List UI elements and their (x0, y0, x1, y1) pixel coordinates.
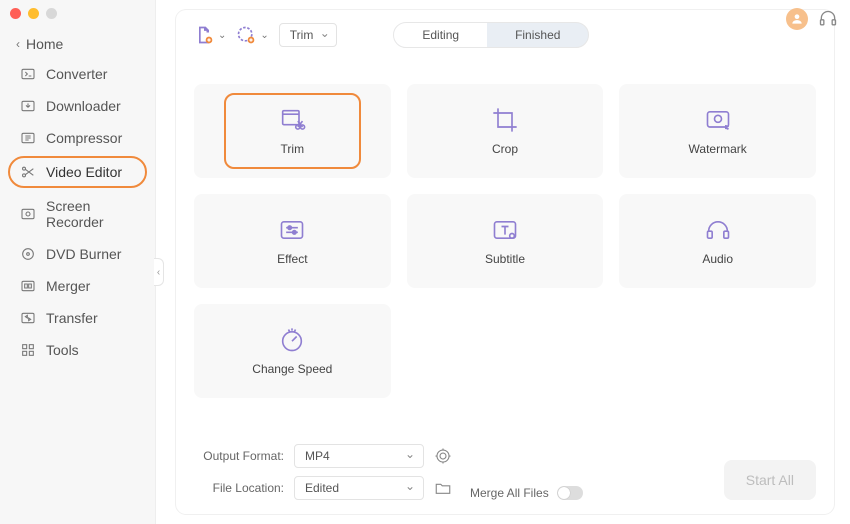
sidebar-item-label: Merger (46, 278, 90, 294)
tool-tile-crop[interactable]: Crop (407, 84, 604, 178)
crop-icon (491, 106, 519, 134)
output-format-value: MP4 (305, 449, 330, 463)
minimize-window-dot[interactable] (28, 8, 39, 19)
watermark-icon (704, 106, 732, 134)
home-nav[interactable]: ‹ Home (0, 30, 155, 58)
main-area: ⌄ ⌄ Trim Editing Finished Trim (156, 0, 850, 524)
selection-ring (224, 93, 361, 169)
close-window-dot[interactable] (10, 8, 21, 19)
output-settings-icon[interactable] (434, 447, 452, 465)
merge-label: Merge All Files (470, 486, 549, 500)
start-all-button[interactable]: Start All (724, 460, 816, 500)
add-folder-dropdown[interactable]: ⌄ (236, 25, 268, 45)
sidebar-item-label: Converter (46, 66, 107, 82)
zoom-window-dot[interactable] (46, 8, 57, 19)
segment-editing[interactable]: Editing (394, 23, 487, 47)
headset-support-icon[interactable] (818, 9, 838, 29)
tile-label: Effect (277, 252, 307, 266)
sidebar-item-dvd-burner[interactable]: DVD Burner (0, 238, 155, 270)
sidebar-item-converter[interactable]: Converter (0, 58, 155, 90)
tile-label: Watermark (689, 142, 747, 156)
sidebar-item-label: Transfer (46, 310, 98, 326)
sidebar-item-compressor[interactable]: Compressor (0, 122, 155, 154)
segment-finished[interactable]: Finished (487, 23, 588, 47)
compressor-icon (20, 130, 36, 146)
file-location-label: File Location: (194, 481, 284, 495)
sidebar-item-label: Tools (46, 342, 79, 358)
sidebar: ‹ Home Converter Downloader Compressor V… (0, 0, 156, 524)
tool-tile-trim[interactable]: Trim (194, 84, 391, 178)
output-format-select[interactable]: MP4 (294, 444, 424, 468)
record-icon (20, 206, 36, 222)
tile-label: Crop (492, 142, 518, 156)
start-all-label: Start All (746, 472, 794, 488)
sidebar-item-label: DVD Burner (46, 246, 121, 262)
tool-mode-value: Trim (290, 28, 314, 42)
sidebar-item-label: Downloader (46, 98, 121, 114)
sidebar-collapse-handle[interactable]: ‹ (154, 258, 164, 286)
tool-tile-audio[interactable]: Audio (619, 194, 816, 288)
add-file-icon (194, 25, 214, 45)
window-traffic-lights (10, 8, 57, 19)
scissors-icon (20, 164, 36, 180)
transfer-icon (20, 310, 36, 326)
home-label: Home (26, 36, 63, 52)
output-settings: Output Format: MP4 File Location: Edited (194, 444, 452, 500)
sidebar-item-label: Screen Recorder (46, 198, 141, 230)
chevron-left-icon: ‹ (16, 37, 20, 51)
sidebar-item-merger[interactable]: Merger (0, 270, 155, 302)
tool-tile-subtitle[interactable]: Subtitle (407, 194, 604, 288)
tool-tile-watermark[interactable]: Watermark (619, 84, 816, 178)
status-segmented-control: Editing Finished (393, 22, 589, 48)
tile-label: Subtitle (485, 252, 525, 266)
subtitle-icon (491, 216, 519, 244)
speed-icon (278, 326, 306, 354)
tool-tile-effect[interactable]: Effect (194, 194, 391, 288)
tool-mode-select[interactable]: Trim (279, 23, 337, 47)
output-format-label: Output Format: (194, 449, 284, 463)
toolbar: ⌄ ⌄ Trim Editing Finished (194, 22, 816, 48)
file-location-row: File Location: Edited (194, 476, 452, 500)
open-folder-icon[interactable] (434, 479, 452, 497)
converter-icon (20, 66, 36, 82)
sidebar-item-label: Compressor (46, 130, 122, 146)
download-icon (20, 98, 36, 114)
tools-grid-icon (20, 342, 36, 358)
editor-panel: ⌄ ⌄ Trim Editing Finished Trim (176, 10, 834, 514)
effect-icon (278, 216, 306, 244)
add-file-dropdown[interactable]: ⌄ (194, 25, 226, 45)
sidebar-item-transfer[interactable]: Transfer (0, 302, 155, 334)
top-right-controls (786, 8, 838, 30)
output-format-row: Output Format: MP4 (194, 444, 452, 468)
tool-tile-change-speed[interactable]: Change Speed (194, 304, 391, 398)
file-location-select[interactable]: Edited (294, 476, 424, 500)
audio-icon (704, 216, 732, 244)
sidebar-item-downloader[interactable]: Downloader (0, 90, 155, 122)
tile-label: Change Speed (252, 362, 332, 376)
chevron-down-icon: ⌄ (218, 30, 226, 41)
sidebar-item-tools[interactable]: Tools (0, 334, 155, 366)
merge-all-files: Merge All Files (470, 486, 583, 500)
merge-toggle[interactable] (557, 486, 583, 500)
sidebar-item-screen-recorder[interactable]: Screen Recorder (0, 190, 155, 238)
sidebar-item-label: Video Editor (46, 164, 122, 180)
avatar-icon[interactable] (786, 8, 808, 30)
add-folder-icon (236, 25, 256, 45)
merge-icon (20, 278, 36, 294)
tool-grid: Trim Crop Watermark Effect Subtitle Audi (194, 84, 816, 398)
file-location-value: Edited (305, 481, 339, 495)
tile-label: Audio (702, 252, 733, 266)
sidebar-item-video-editor[interactable]: Video Editor (8, 156, 147, 188)
chevron-down-icon: ⌄ (260, 30, 268, 41)
disc-icon (20, 246, 36, 262)
bottom-bar: Output Format: MP4 File Location: Edited… (194, 424, 816, 500)
